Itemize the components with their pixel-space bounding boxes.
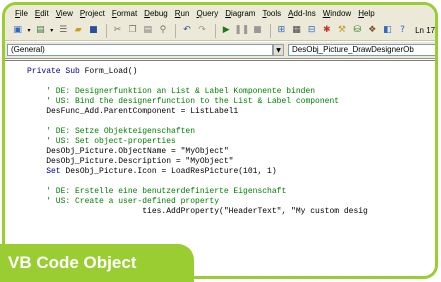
menu-query[interactable]: Query: [196, 9, 218, 18]
code-line: DesObj_Picture.ObjectName = "MyObject": [27, 147, 229, 156]
help-icon[interactable]: ?: [396, 24, 409, 38]
menu-run[interactable]: Run: [175, 9, 190, 18]
ide-window: File Edit View Project Format Debug Run …: [2, 2, 438, 279]
undo-icon[interactable]: ↶: [180, 24, 193, 38]
menu-format[interactable]: Format: [112, 9, 137, 18]
code-line: Private Sub Form_Load(): [27, 67, 138, 76]
procedure-select[interactable]: DesObj_Picture_DrawDesignerOb: [288, 44, 435, 56]
menu-window[interactable]: Window: [323, 9, 351, 18]
cut-icon[interactable]: ✂: [111, 24, 124, 38]
code-line: ' DE: Erstelle eine benutzerdefinierte E…: [27, 187, 287, 196]
toolbox-icon[interactable]: ⚒: [335, 24, 348, 38]
chevron-down-icon[interactable]: ▾: [49, 24, 55, 38]
toolbar-separator: [105, 23, 107, 38]
save-icon[interactable]: ■: [87, 24, 100, 38]
toolbar-separator: [175, 23, 177, 38]
code-line: ' US: Create a user-defined property: [27, 197, 220, 206]
copy-icon[interactable]: ❐: [126, 24, 139, 38]
code-line: ' US: Bind the designerfunction to the L…: [27, 97, 340, 106]
toolbar: ▣ ▾ ▤ ▾ ☰ ▰ ■ ✂ ❐ ▤ ⚲ ↶ ↷ ▶ ❚❚ ■ ⊞ ▦ ⊟ ✱…: [5, 21, 435, 41]
code-line: ' DE: Setze Objekteigenschaften: [27, 127, 196, 136]
code-line: ties.AddProperty("HeaderText", "My custo…: [27, 207, 368, 216]
menu-file[interactable]: File: [15, 9, 28, 18]
toolbar-separator: [269, 23, 271, 38]
menu-add-ins[interactable]: Add-Ins: [288, 9, 316, 18]
object-browser-icon[interactable]: ✱: [320, 24, 333, 38]
code-line: ' US: Set object-properties: [27, 137, 176, 146]
code-line: ' DE: Designerfunktion an List & Label K…: [27, 87, 316, 96]
menu-bar: File Edit View Project Format Debug Run …: [5, 5, 435, 21]
menu-view[interactable]: View: [56, 9, 73, 18]
menu-help[interactable]: Help: [358, 9, 374, 18]
object-select[interactable]: (General): [7, 44, 273, 56]
menu-edit[interactable]: Edit: [35, 9, 49, 18]
add-project-icon[interactable]: ▣: [11, 24, 24, 38]
run-icon[interactable]: ▶: [220, 24, 233, 38]
menu-project[interactable]: Project: [80, 9, 105, 18]
code-line: DesObj_Picture.Description = "MyObject": [27, 157, 234, 166]
toolbar-separator: [214, 23, 216, 38]
open-icon[interactable]: ▰: [72, 24, 85, 38]
properties-icon[interactable]: ▦: [290, 24, 303, 38]
chevron-down-icon[interactable]: ▾: [26, 24, 32, 38]
code-line: Set DesObj_Picture.Icon = LoadResPicture…: [46, 167, 277, 176]
pause-icon[interactable]: ❚❚: [234, 24, 249, 38]
chevron-down-icon[interactable]: ▼: [273, 44, 284, 56]
component-manager-icon[interactable]: ❖: [366, 24, 379, 38]
overlay-title: VB Code Object: [0, 244, 194, 282]
visual-component-icon[interactable]: ◧: [381, 24, 394, 38]
code-line: DesFunc_Add.ParentComponent = ListLabel1: [27, 107, 239, 116]
paste-icon[interactable]: ▤: [141, 24, 154, 38]
menu-debug[interactable]: Debug: [144, 9, 168, 18]
menu-tools[interactable]: Tools: [262, 9, 281, 18]
redo-icon[interactable]: ↷: [196, 24, 209, 38]
code-selectors: (General) ▼ DesObj_Picture_DrawDesignerO…: [5, 42, 435, 59]
line-indicator: Ln 17: [415, 26, 436, 35]
menu-editor-icon[interactable]: ☰: [57, 24, 70, 38]
form-layout-icon[interactable]: ⊟: [305, 24, 318, 38]
data-view-icon[interactable]: ⛁: [351, 24, 364, 38]
add-form-icon[interactable]: ▤: [34, 24, 47, 38]
find-icon[interactable]: ⚲: [156, 24, 169, 38]
menu-diagram[interactable]: Diagram: [225, 9, 255, 18]
project-explorer-icon[interactable]: ⊞: [275, 24, 288, 38]
stop-icon[interactable]: ■: [251, 24, 264, 38]
